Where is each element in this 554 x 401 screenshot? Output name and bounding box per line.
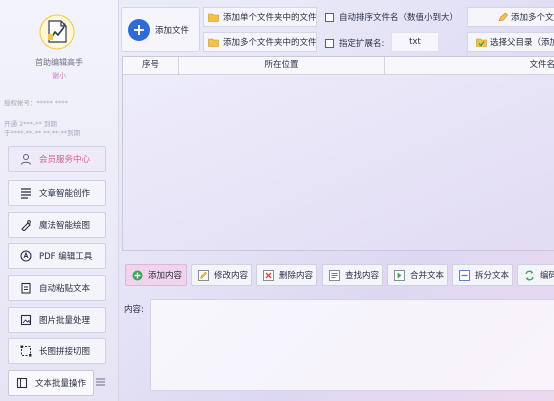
add-file-label: 添加文件 (155, 25, 190, 36)
sidebar-item-text-batch[interactable]: 文本批量操作 (8, 370, 94, 396)
menu-toggle-button[interactable] (93, 372, 107, 392)
add-multi-folder-label: 添加多个文件夹中的文件 (223, 38, 317, 48)
delete-content-label: 删除内容 (279, 271, 314, 281)
sidebar-item-label: PDF 编辑工具 (39, 252, 93, 262)
delete-content-icon (263, 269, 274, 281)
sidebar-item-label: 图片批量处理 (39, 316, 91, 326)
add-multi-folder-button[interactable]: 添加多个文件夹中的文件 (203, 32, 317, 52)
content-textarea[interactable] (150, 299, 554, 391)
hamburger-icon (95, 378, 105, 386)
add-multi-files-label: 添加多个文 (511, 13, 554, 23)
edit-content-label: 修改内容 (214, 271, 249, 281)
find-content-label: 查找内容 (345, 271, 380, 281)
sidebar-item-label: 文本批量操作 (35, 379, 87, 389)
app-name: 首助编辑高手 (35, 58, 83, 67)
folder-icon (208, 12, 219, 22)
sidebar-item-label: 魔法智能绘图 (39, 221, 91, 231)
crop-icon (19, 344, 33, 358)
user-name: 谢小 (52, 72, 66, 80)
auto-paste-icon (19, 281, 33, 295)
user-icon (19, 152, 33, 166)
pdf-tool-icon (19, 249, 33, 263)
encoding-button[interactable]: 编码 (517, 264, 554, 286)
split-text-label: 拆分文本 (475, 271, 510, 281)
delete-content-button[interactable]: 删除内容 (256, 264, 317, 286)
column-header-filename[interactable]: 文件名 (385, 57, 554, 74)
add-content-icon (132, 270, 143, 281)
select-parent-dir-button[interactable]: 选择父目录（添加 (467, 32, 554, 52)
app-logo-icon (39, 14, 75, 50)
find-content-button[interactable]: 查找内容 (322, 264, 383, 286)
add-content-label: 添加内容 (148, 271, 183, 281)
ext-label: 指定扩展名: (339, 39, 385, 49)
content-label: 内容: (124, 305, 144, 315)
merge-text-button[interactable]: 合并文本 (387, 264, 448, 286)
vip-center-button[interactable]: 会员服务中心 (8, 146, 106, 172)
text-batch-icon (15, 376, 29, 390)
parent-folder-icon (476, 37, 487, 47)
pencil-icon (498, 12, 508, 22)
license-info-2: 于****-**-** **:**:**到期 (4, 129, 81, 137)
sidebar-item-pdf[interactable]: PDF 编辑工具 (8, 243, 106, 269)
ext-input[interactable] (391, 32, 439, 52)
sidebar-item-magic-draw[interactable]: 魔法智能绘图 (8, 212, 106, 238)
select-parent-dir-label: 选择父目录（添加 (490, 38, 554, 48)
sidebar-item-label: 自动粘贴文本 (39, 284, 91, 294)
split-text-button[interactable]: 拆分文本 (452, 264, 513, 286)
account-info: 授权帐号：***** **** (4, 99, 68, 107)
split-text-icon (459, 269, 470, 281)
ext-checkbox[interactable] (325, 38, 334, 48)
merge-text-label: 合并文本 (410, 271, 445, 281)
edit-content-icon (198, 269, 209, 281)
add-file-button[interactable]: 添加文件 (121, 7, 200, 52)
sidebar-item-article[interactable]: 文章智能创作 (8, 180, 106, 206)
article-lines-icon (19, 186, 33, 200)
table-header: 序号 所在位置 文件名 (123, 57, 554, 75)
sidebar: 首助编辑高手 谢小 授权帐号：***** **** 开通 2***-** 到期 … (0, 0, 119, 401)
plus-circle-icon (128, 18, 150, 41)
encoding-icon (524, 270, 535, 281)
add-multi-files-button[interactable]: 添加多个文 (467, 7, 554, 27)
file-table[interactable]: 序号 所在位置 文件名 (122, 56, 554, 251)
column-header-index[interactable]: 序号 (123, 57, 179, 74)
ext-option: 指定扩展名: (325, 37, 384, 49)
find-content-icon (329, 269, 340, 281)
vip-center-label: 会员服务中心 (39, 155, 91, 165)
magic-draw-icon (19, 218, 33, 232)
sidebar-item-label: 文章智能创作 (39, 189, 91, 199)
auto-sort-option: 自动排序文件名（数值小到大） (325, 11, 458, 23)
folder-icon (208, 37, 219, 47)
sidebar-item-auto-paste[interactable]: 自动粘贴文本 (8, 275, 106, 301)
add-single-folder-label: 添加单个文件夹中的文件 (223, 13, 317, 23)
add-content-button[interactable]: 添加内容 (125, 264, 187, 286)
add-single-folder-button[interactable]: 添加单个文件夹中的文件 (203, 7, 317, 27)
auto-sort-checkbox[interactable] (325, 12, 334, 22)
sidebar-item-image-batch[interactable]: 图片批量处理 (8, 307, 106, 333)
encoding-label: 编码 (540, 271, 554, 281)
image-batch-icon (19, 313, 33, 327)
sidebar-item-long-image[interactable]: 长图拼接切图 (8, 338, 106, 364)
edit-content-button[interactable]: 修改内容 (191, 264, 252, 286)
auto-sort-label: 自动排序文件名（数值小到大） (339, 13, 459, 23)
sidebar-item-label: 长图拼接切图 (39, 347, 91, 357)
merge-text-icon (394, 269, 405, 281)
column-header-location[interactable]: 所在位置 (179, 57, 385, 74)
